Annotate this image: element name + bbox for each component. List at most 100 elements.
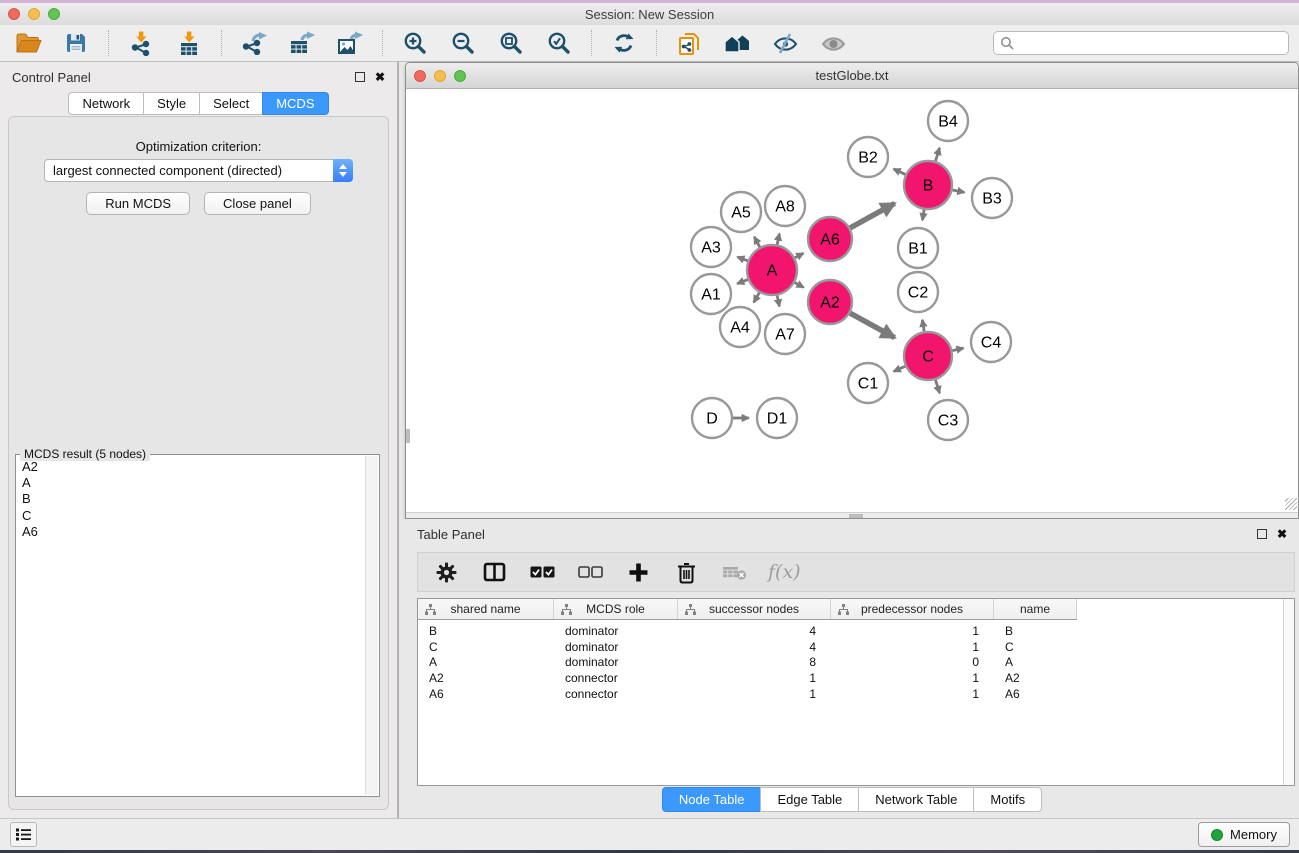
result-scrollbar[interactable] [365,456,378,795]
table-row[interactable]: Adominator80A [418,654,1294,670]
table-cell[interactable]: dominator [554,624,678,638]
unselect-all-icon[interactable] [576,559,604,585]
edge-A6-B[interactable] [850,203,894,228]
window-resize-grip-icon[interactable] [1285,498,1297,510]
table-cell[interactable]: connector [554,671,678,685]
network-window-titlebar[interactable]: testGlobe.txt [406,63,1298,89]
table-cell[interactable]: B [418,624,554,638]
table-cell[interactable]: 1 [678,687,831,701]
table-cell[interactable]: 1 [678,671,831,685]
hide-selected-icon[interactable] [769,28,801,58]
edge-B-B4[interactable] [935,148,939,161]
table-cell[interactable]: 1 [831,624,994,638]
node-table[interactable]: shared nameMCDS rolesuccessor nodesprede… [417,598,1295,786]
table-cell[interactable]: A2 [418,671,554,685]
optimization-criterion-select[interactable]: largest connected component (directed) [44,159,353,182]
search-field[interactable] [993,31,1289,55]
edge-C-C1[interactable] [894,366,906,371]
tab-motifs[interactable]: Motifs [973,787,1042,812]
clone-network-icon[interactable] [673,28,705,58]
add-column-icon[interactable] [624,559,652,585]
tab-select[interactable]: Select [199,92,263,115]
table-row[interactable]: A2connector11A2 [418,670,1294,686]
column-header-successor-nodes[interactable]: successor nodes [678,599,831,619]
table-cell[interactable]: A2 [994,671,1077,685]
column-header-name[interactable]: name [994,599,1077,619]
table-cell[interactable]: dominator [554,640,678,654]
table-cell[interactable]: 0 [831,655,994,669]
result-item[interactable]: B [17,491,365,507]
import-table-icon[interactable] [173,28,205,58]
table-cell[interactable]: 8 [678,655,831,669]
table-cell[interactable]: B [994,624,1077,638]
table-scrollbar[interactable] [1283,599,1294,785]
run-mcds-button[interactable]: Run MCDS [86,192,190,215]
edge-C-C3[interactable] [935,380,939,393]
zoom-selected-icon[interactable] [543,28,575,58]
table-cell[interactable]: A6 [418,687,554,701]
edge-A2-C[interactable] [850,313,894,338]
zoom-out-icon[interactable] [447,28,479,58]
export-table-icon[interactable] [286,28,318,58]
select-all-icon[interactable] [528,559,556,585]
edge-B-B3[interactable] [952,190,964,192]
zoom-fit-icon[interactable] [495,28,527,58]
table-cell[interactable]: A [994,655,1077,669]
table-cell[interactable]: 1 [831,671,994,685]
table-cell[interactable]: C [994,640,1077,654]
task-history-button[interactable] [10,822,37,847]
show-all-icon[interactable] [817,28,849,58]
table-cell[interactable]: dominator [554,655,678,669]
table-cell[interactable]: 1 [831,640,994,654]
close-panel-button[interactable]: Close panel [204,192,311,215]
canvas-vertical-scroll-thumb[interactable] [406,429,410,443]
float-panel-icon[interactable] [355,72,365,82]
tab-node-table[interactable]: Node Table [662,787,762,812]
float-table-panel-icon[interactable] [1257,529,1267,539]
result-item[interactable]: A2 [17,459,365,475]
edge-C-C2[interactable] [922,320,924,331]
edge-A-A5[interactable] [754,237,759,247]
tab-network-table[interactable]: Network Table [858,787,974,812]
edge-A-A2[interactable] [795,283,804,288]
edge-B-B2[interactable] [894,169,906,175]
result-item[interactable]: A [17,475,365,491]
canvas-horizontal-scrollbar[interactable] [406,512,1298,518]
delete-column-icon[interactable] [672,559,700,585]
edge-C-C4[interactable] [952,348,963,350]
canvas-horizontal-scroll-thumb[interactable] [849,514,863,518]
table-row[interactable]: A6connector11A6 [418,686,1294,702]
table-cell[interactable]: connector [554,687,678,701]
result-item[interactable]: C [17,508,365,524]
edge-A-A7[interactable] [777,295,779,306]
export-network-icon[interactable] [238,28,270,58]
table-cell[interactable]: A6 [994,687,1077,701]
table-row[interactable]: Cdominator41C [418,639,1294,655]
import-network-icon[interactable] [125,28,157,58]
table-cell[interactable]: A [418,655,554,669]
close-panel-icon[interactable]: ✖ [375,72,385,82]
table-cell[interactable]: 4 [678,640,831,654]
table-cell[interactable]: 1 [831,687,994,701]
open-session-icon[interactable] [12,28,44,58]
edge-A-A1[interactable] [737,280,748,284]
close-table-panel-icon[interactable]: ✖ [1277,529,1287,539]
zoom-in-icon[interactable] [399,28,431,58]
tab-edge-table[interactable]: Edge Table [760,787,859,812]
memory-button[interactable]: Memory [1198,822,1290,847]
edge-A-A8[interactable] [777,234,779,245]
table-settings-icon[interactable] [432,559,460,585]
search-input[interactable] [1015,36,1288,51]
edge-A-A3[interactable] [737,257,747,261]
network-canvas[interactable]: B4B2BB3A5A8A6B1A3AA1C2A2A4A7CC4C1C3DD1 [406,89,1298,512]
table-row[interactable]: Bdominator41B [418,623,1294,639]
save-session-icon[interactable] [60,28,92,58]
home-icon[interactable] [721,28,753,58]
tab-network[interactable]: Network [68,92,144,115]
column-header-mcds-role[interactable]: MCDS role [554,599,678,619]
table-cell[interactable]: C [418,640,554,654]
tab-style[interactable]: Style [143,92,200,115]
column-header-shared-name[interactable]: shared name [418,599,554,619]
column-view-icon[interactable] [480,559,508,585]
result-item[interactable]: A6 [17,524,365,540]
